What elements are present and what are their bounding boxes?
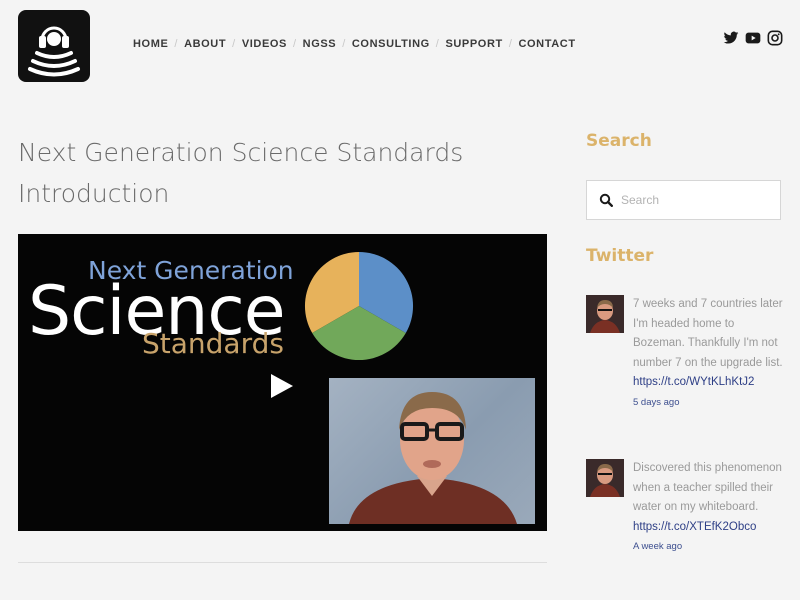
twitter-heading: Twitter: [586, 246, 654, 266]
tweet-timestamp[interactable]: A week ago: [633, 537, 783, 557]
search-box[interactable]: [586, 180, 781, 220]
nav-contact[interactable]: CONTACT: [518, 38, 575, 50]
site-logo[interactable]: [18, 10, 90, 82]
nav-videos[interactable]: VIDEOS: [242, 38, 287, 50]
presenter-video-thumbnail: [329, 378, 535, 524]
nav-about[interactable]: ABOUT: [184, 38, 226, 50]
social-links: [723, 30, 783, 46]
nav-ngss[interactable]: NGSS: [303, 38, 337, 50]
nav-separator: /: [435, 38, 440, 50]
tweet-link[interactable]: https://t.co/XTEfK2Obco: [633, 518, 783, 538]
play-icon[interactable]: [271, 374, 293, 398]
presenter-figure: [349, 392, 517, 524]
nav-consulting[interactable]: CONSULTING: [352, 38, 430, 50]
nav-separator: /: [342, 38, 346, 50]
nav-separator: /: [508, 38, 513, 50]
tweet-link[interactable]: https://t.co/WYtKLhKtJ2: [633, 373, 783, 393]
nav-home[interactable]: HOME: [133, 38, 168, 50]
headphones-signal-logo-icon: [28, 26, 80, 77]
main-nav: HOME / ABOUT / VIDEOS / NGSS / CONSULTIN…: [133, 38, 576, 50]
twitter-icon[interactable]: [723, 30, 739, 46]
nav-separator: /: [174, 38, 179, 50]
youtube-icon[interactable]: [745, 30, 761, 46]
instagram-icon[interactable]: [767, 30, 783, 46]
nav-support[interactable]: SUPPORT: [445, 38, 502, 50]
avatar[interactable]: [586, 459, 624, 497]
search-input[interactable]: [621, 191, 771, 209]
nav-separator: /: [293, 38, 297, 50]
video-title-line3: Standards: [142, 327, 284, 360]
avatar-image: [586, 459, 624, 497]
content-divider: [18, 562, 547, 563]
avatar-image: [586, 295, 624, 333]
video-player[interactable]: Next Generation Science Standards: [18, 234, 547, 531]
tweet-text: Discovered this phenomenon when a teache…: [633, 462, 782, 514]
pie-graphic: [304, 251, 414, 361]
page-title: Next Generation Science Standards Introd…: [18, 138, 464, 208]
avatar[interactable]: [586, 295, 624, 333]
tweet-text: 7 weeks and 7 countries later I'm headed…: [633, 298, 783, 369]
search-icon: [599, 193, 613, 207]
search-heading: Search: [586, 131, 652, 151]
tweet-timestamp[interactable]: 5 days ago: [633, 393, 783, 413]
nav-separator: /: [232, 38, 236, 50]
